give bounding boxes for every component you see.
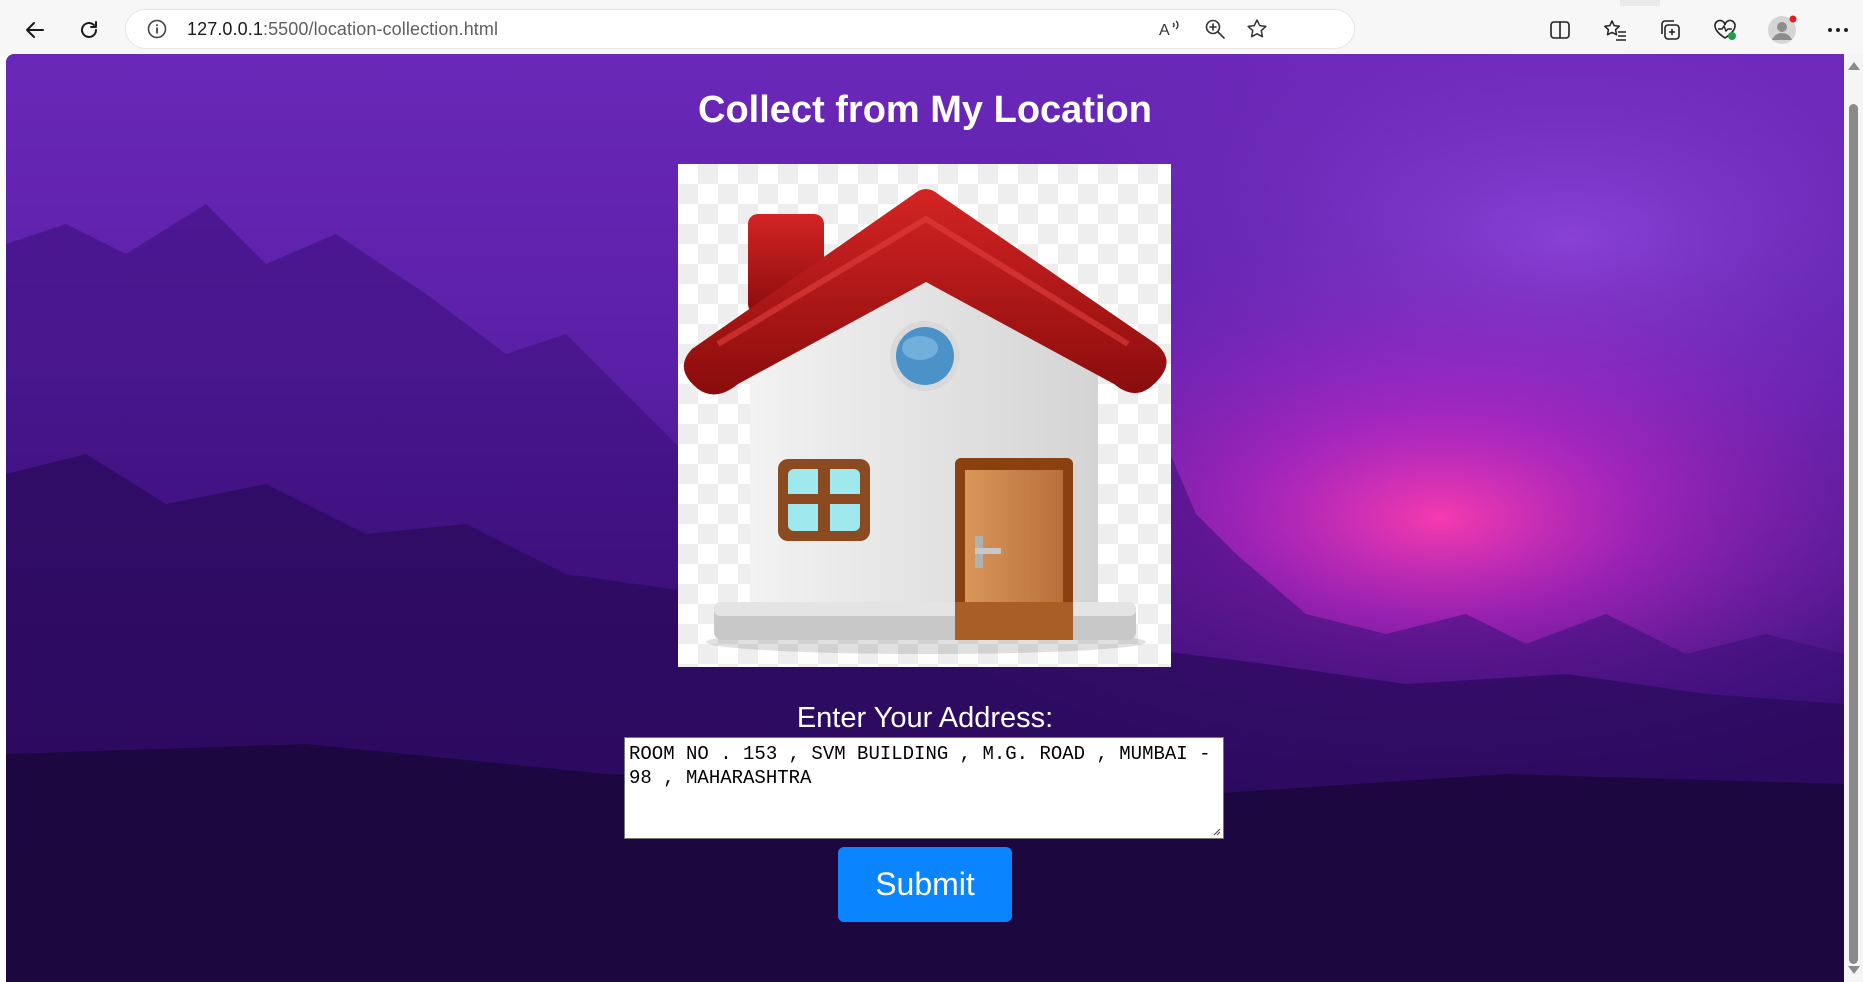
split-screen-icon bbox=[1550, 21, 1570, 39]
page-viewport: Collect from My Location Enter Your Addr… bbox=[6, 54, 1844, 982]
reload-icon bbox=[81, 21, 97, 38]
read-aloud-icon: A bbox=[1159, 20, 1179, 39]
more-options-icon bbox=[1828, 28, 1848, 32]
profile-button[interactable] bbox=[1760, 8, 1804, 52]
back-arrow-icon bbox=[26, 22, 44, 38]
page-title: Collect from My Location bbox=[698, 89, 1152, 131]
svg-text:A: A bbox=[1159, 22, 1170, 39]
favorite-star-icon bbox=[1247, 19, 1267, 38]
scroll-down-arrow-icon[interactable] bbox=[1848, 966, 1860, 974]
house-image bbox=[678, 164, 1171, 667]
address-label: Enter Your Address: bbox=[796, 702, 1054, 734]
address-textarea[interactable]: ROOM NO . 153 , SVM BUILDING , M.G. ROAD… bbox=[624, 737, 1224, 839]
read-aloud-button[interactable]: A bbox=[1150, 9, 1190, 49]
house-icon bbox=[683, 189, 1167, 654]
tab-strip bbox=[0, 0, 1863, 6]
favorite-button[interactable] bbox=[1237, 9, 1277, 49]
favorites-icon bbox=[1604, 20, 1626, 41]
more-options-button[interactable] bbox=[1816, 8, 1860, 52]
address-bar[interactable]: 127.0.0.1:5500/location-collection.html … bbox=[125, 9, 1355, 49]
submit-button[interactable]: Submit bbox=[838, 847, 1012, 922]
site-info-icon[interactable] bbox=[147, 19, 167, 39]
split-screen-button[interactable] bbox=[1538, 8, 1582, 52]
favorites-button[interactable] bbox=[1593, 8, 1637, 52]
scroll-thumb[interactable] bbox=[1849, 104, 1858, 964]
zoom-icon bbox=[1205, 19, 1225, 39]
browser-essentials-icon bbox=[1714, 19, 1736, 40]
address-text: ROOM NO . 153 , SVM BUILDING , M.G. ROAD… bbox=[629, 743, 1211, 789]
profile-avatar-icon bbox=[1768, 15, 1797, 44]
reload-button[interactable] bbox=[69, 10, 109, 50]
browser-essentials-button[interactable] bbox=[1703, 8, 1747, 52]
resize-grip-icon[interactable] bbox=[1211, 826, 1221, 836]
collections-button[interactable] bbox=[1648, 8, 1692, 52]
collections-icon bbox=[1661, 20, 1680, 40]
url-text: 127.0.0.1:5500/location-collection.html bbox=[187, 19, 499, 39]
vertical-scrollbar[interactable] bbox=[1844, 54, 1863, 982]
zoom-button[interactable] bbox=[1195, 9, 1235, 49]
browser-toolbar: 127.0.0.1:5500/location-collection.html … bbox=[0, 0, 1863, 56]
back-button[interactable] bbox=[15, 10, 55, 50]
scroll-up-arrow-icon[interactable] bbox=[1848, 62, 1860, 70]
